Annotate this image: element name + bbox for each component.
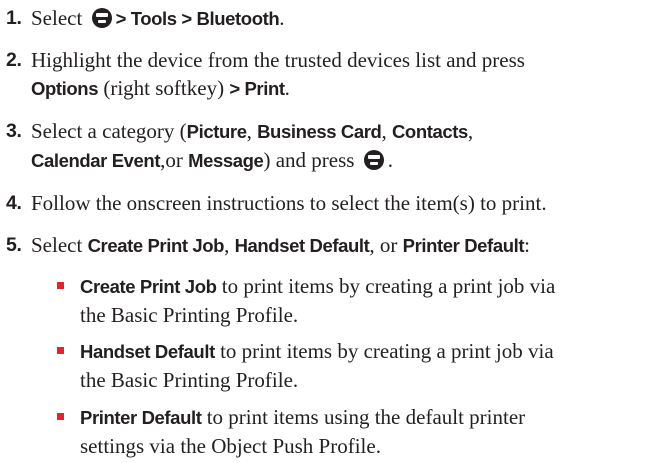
instructions-page: 1. Select > Tools > Bluetooth. 2. Highli… [0,0,650,463]
bullet-term: Printer Default [80,407,202,428]
text: , [224,233,235,257]
bullet-text: Create Print Job to print items by creat… [80,272,642,329]
text: , [467,119,474,143]
text: (right softkey) [98,76,230,100]
text: . [387,148,393,172]
text: the Basic Printing Profile. [80,303,299,327]
step-number: 3. [6,120,22,142]
bullet-marker [57,282,64,289]
bullet-text: Printer Default to print items using the… [80,403,642,460]
text: . [284,76,290,100]
menu-term: Create Print Job [87,235,225,256]
menu-term: Business Card [257,121,382,142]
bullet-marker [57,347,64,354]
step-text: Select a category (Picture, Business Car… [31,117,642,175]
step-text: Select Create Print Job, Handset Default… [31,231,642,260]
bullet-term: Handset Default [80,341,215,362]
text: : [524,233,530,257]
text: Follow the onscreen instructions to sele… [31,191,547,215]
menu-term: Options [31,78,99,99]
menu-path: > Print [229,78,285,99]
menu-term: Contacts [391,121,468,142]
menu-ok-key-icon [363,150,384,170]
step-number: 4. [6,192,22,214]
bullet-text: Handset Default to print items by creati… [80,337,642,394]
text: , or [369,233,403,257]
bullet-marker [57,413,64,420]
text: to print items by creating a print job v… [214,339,554,363]
step-number: 2. [6,49,22,71]
text: , [246,119,258,143]
step-number: 1. [6,7,22,29]
step-text: Select > Tools > Bluetooth. [31,4,642,33]
text: Select [31,233,88,257]
text: Select [31,6,88,30]
menu-path: > Tools > Bluetooth [115,8,280,29]
text: Highlight the device from the trusted de… [31,48,525,72]
bullet-term: Create Print Job [80,276,217,297]
menu-term: Calendar Event [31,150,161,171]
text: to print items by creating a print job v… [216,274,556,298]
text: settings via the Object Push Profile. [80,434,381,458]
menu-term: Printer Default [402,235,525,256]
text: . [279,6,285,30]
menu-term: Message [188,150,264,171]
step-number: 5. [6,234,22,256]
menu-term: Picture [186,121,247,142]
text: ) and press [263,148,360,172]
step-text: Follow the onscreen instructions to sele… [31,189,642,217]
menu-ok-key-icon [91,8,112,28]
text: to print items using the default printer [201,405,526,429]
text: the Basic Printing Profile. [80,368,299,392]
text: , [381,119,392,143]
step-text: Highlight the device from the trusted de… [31,46,642,103]
text: Select a category ( [31,119,187,143]
menu-term: Handset Default [234,235,370,256]
text: ,or [160,148,189,172]
